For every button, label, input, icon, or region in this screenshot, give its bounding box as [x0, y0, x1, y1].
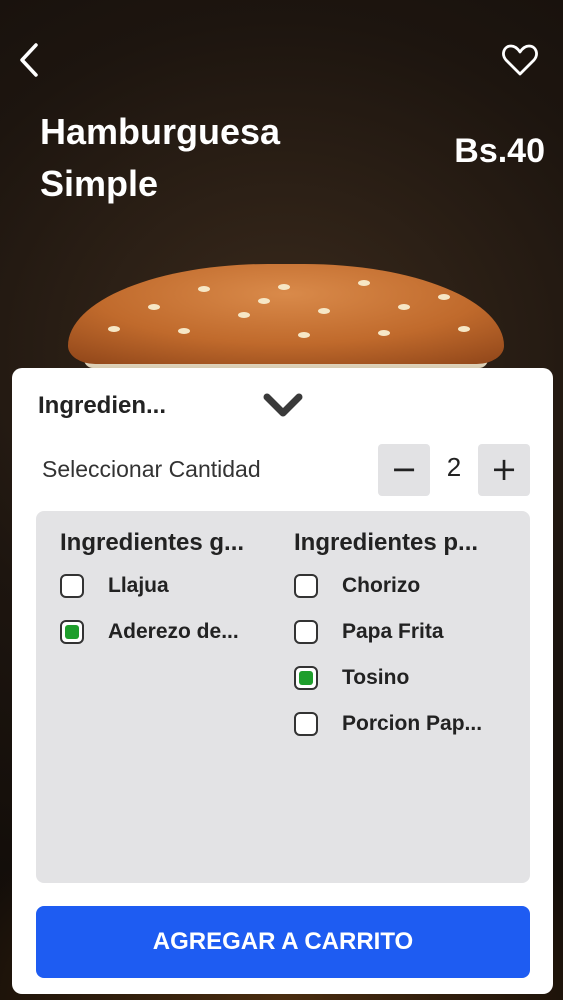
column-header: Ingredientes g... [60, 529, 245, 556]
seed [358, 280, 370, 286]
ingredient-label: Papa Frita [342, 620, 444, 643]
seed [238, 312, 250, 318]
ingredients-section-title: Ingredien... [38, 392, 167, 419]
seed [398, 304, 410, 310]
customization-panel: Ingredien... Seleccionar Cantidad − 2 + … [12, 368, 553, 994]
chevron-down-icon [263, 393, 303, 417]
ingredients-column-paid: Ingredientes p... Chorizo Papa Frita Tos… [294, 529, 482, 747]
ingredient-papa-frita[interactable]: Papa Frita [294, 609, 482, 655]
seed [298, 332, 310, 338]
chevron-left-icon [20, 43, 38, 77]
ingredient-label: Tosino [342, 666, 410, 689]
ingredients-column-general: Ingredientes g... Llajua Aderezo de... [60, 529, 244, 655]
burger-image [68, 264, 504, 384]
checkbox[interactable] [294, 620, 318, 644]
column-header: Ingredientes p... [294, 529, 479, 556]
add-to-cart-button[interactable]: AGREGAR A CARRITO [36, 906, 530, 978]
ingredient-chorizo[interactable]: Chorizo [294, 563, 482, 609]
quantity-label: Seleccionar Cantidad [42, 456, 261, 482]
decrease-quantity-button[interactable]: − [378, 444, 430, 496]
seed [278, 284, 290, 290]
checkbox[interactable] [60, 574, 84, 598]
seed [198, 286, 210, 292]
heart-icon [502, 44, 538, 76]
back-button[interactable] [16, 40, 52, 80]
increase-quantity-button[interactable]: + [478, 444, 530, 496]
checkbox-checked[interactable] [294, 666, 318, 690]
quantity-value: 2 [446, 452, 462, 482]
ingredient-label: Chorizo [342, 574, 421, 597]
seed [258, 298, 270, 304]
seed [148, 304, 160, 310]
seed [458, 326, 470, 332]
seed [378, 330, 390, 336]
seed [108, 326, 120, 332]
checkbox-checked[interactable] [60, 620, 84, 644]
product-title-line1: Hamburguesa [40, 111, 281, 152]
ingredient-label: Porcion Pap... [342, 712, 483, 735]
ingredient-llajua[interactable]: Llajua [60, 563, 244, 609]
ingredient-label: Llajua [108, 574, 169, 597]
ingredient-porcion-papa[interactable]: Porcion Pap... [294, 701, 482, 747]
seed [438, 294, 450, 300]
product-title-line2: Simple [40, 163, 159, 204]
checkbox[interactable] [294, 574, 318, 598]
ingredient-label: Aderezo de... [108, 620, 239, 643]
bun [68, 264, 504, 364]
product-price: Bs.40 [454, 132, 545, 170]
checkbox[interactable] [294, 712, 318, 736]
favorite-button[interactable] [500, 40, 540, 80]
ingredient-tosino[interactable]: Tosino [294, 655, 482, 701]
collapse-toggle[interactable] [262, 390, 304, 420]
product-title: Hamburguesa Simple [40, 106, 340, 210]
seed [178, 328, 190, 334]
ingredient-aderezo[interactable]: Aderezo de... [60, 609, 244, 655]
seed [318, 308, 330, 314]
ingredients-box: Ingredientes g... Llajua Aderezo de... I… [36, 511, 530, 883]
